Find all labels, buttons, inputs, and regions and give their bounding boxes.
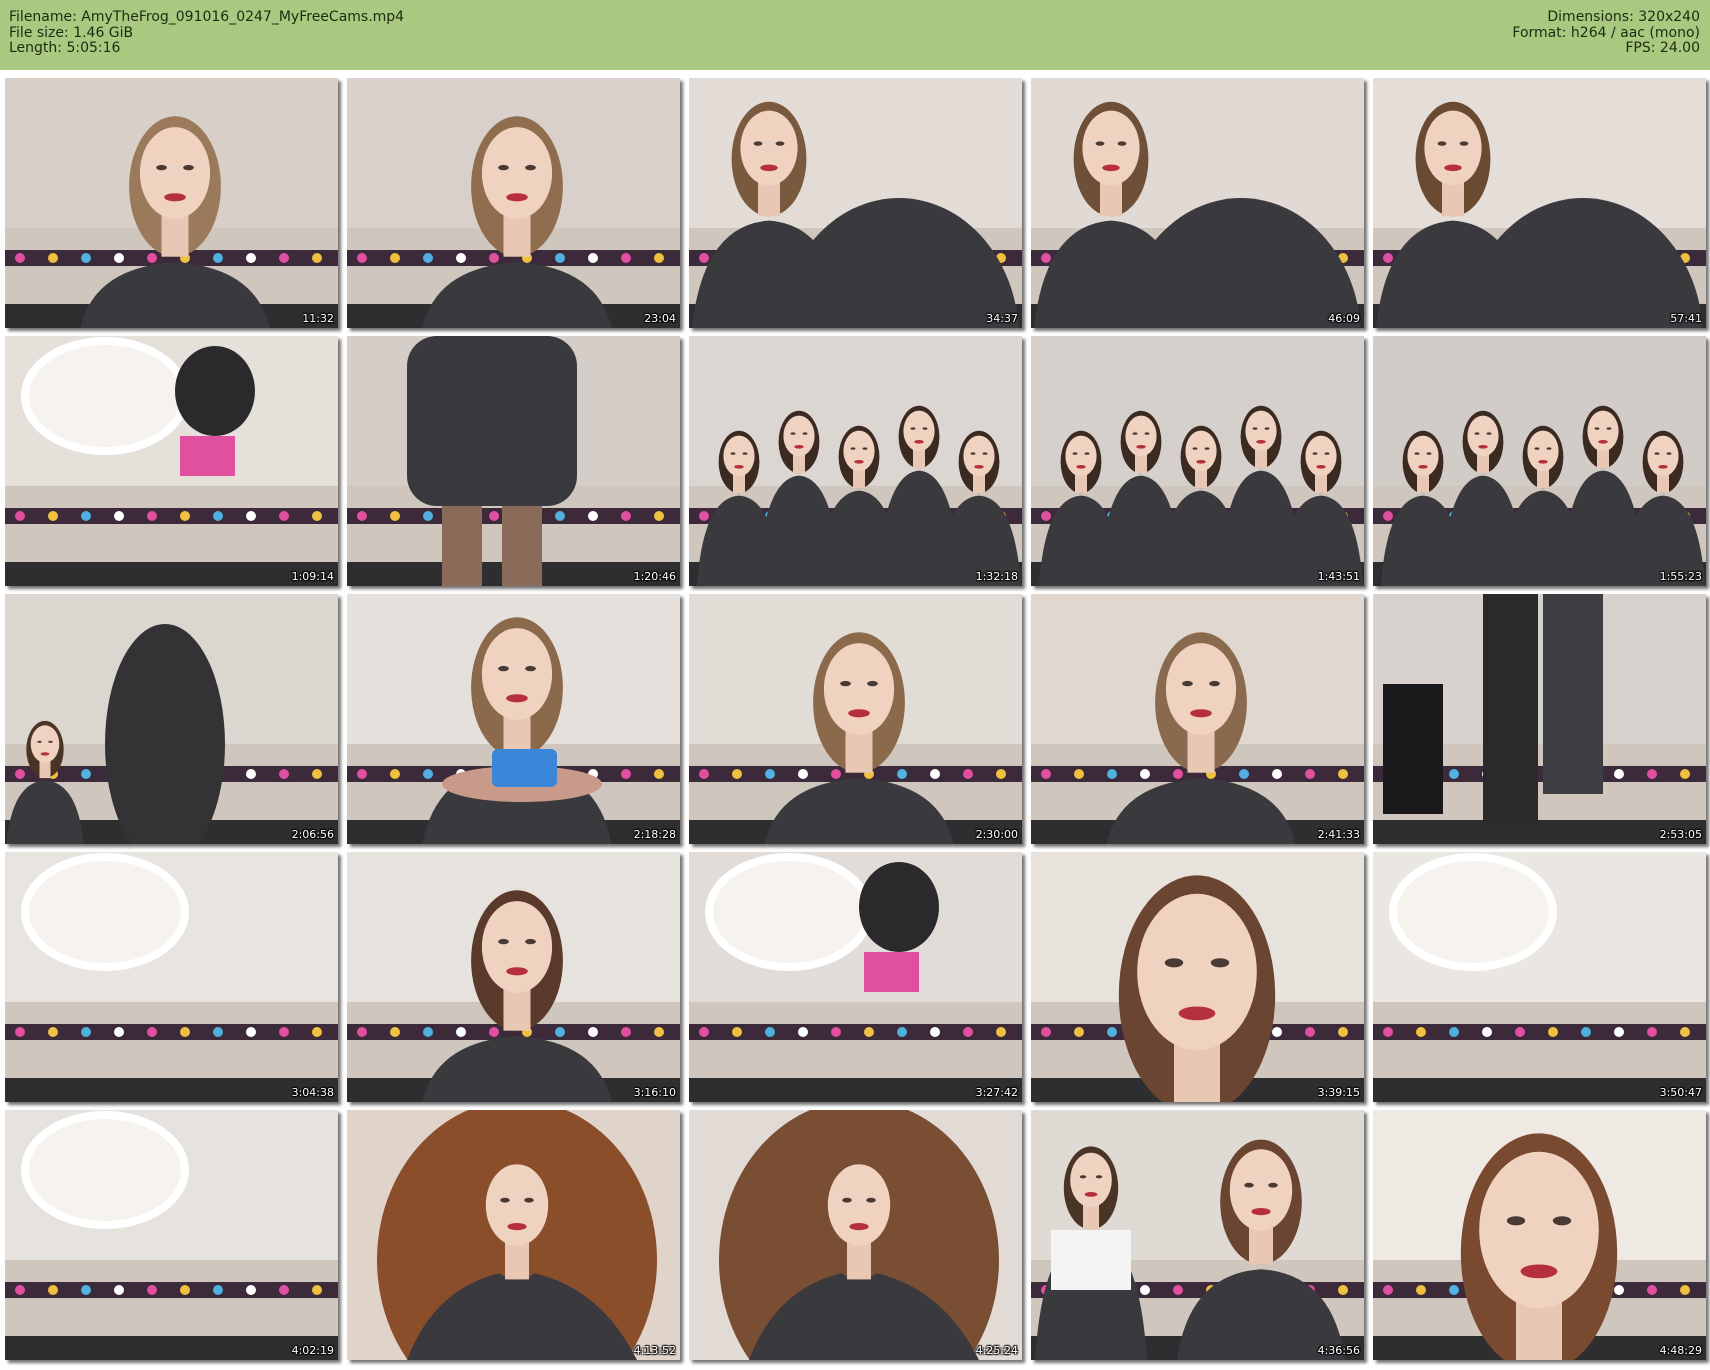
length-text: Length: 5:05:16	[9, 40, 121, 56]
thumbnail-timestamp: 2:06:56	[291, 828, 334, 841]
video-info: Dimensions: 320x240 Format: h264 / aac (…	[1512, 9, 1700, 57]
thumbnail-timestamp: 23:04	[644, 312, 676, 325]
thumbnail-frame-image	[1031, 1110, 1364, 1360]
thumbnail-frame-image	[5, 852, 338, 1102]
thumbnail-timestamp: 4:48:29	[1659, 1344, 1702, 1357]
video-thumbnail: 2:30:00	[689, 594, 1022, 844]
thumbnail-timestamp: 2:41:33	[1317, 828, 1360, 841]
thumbnail-timestamp: 3:27:42	[975, 1086, 1018, 1099]
video-thumbnail: 3:27:42	[689, 852, 1022, 1102]
thumbnail-frame-image	[5, 1110, 338, 1360]
video-thumbnail: 1:20:46	[347, 336, 680, 586]
filename-text: Filename: AmyTheFrog_091016_0247_MyFreeC…	[9, 9, 405, 25]
thumbnail-frame-image	[347, 852, 680, 1102]
video-thumbnail: 57:41	[1373, 78, 1706, 328]
thumbnail-frame-image	[5, 594, 338, 844]
thumbnail-frame-image	[5, 336, 338, 586]
thumbnail-frame-image	[1373, 1110, 1706, 1360]
thumbnail-timestamp: 3:16:10	[633, 1086, 676, 1099]
thumbnail-timestamp: 46:09	[1328, 312, 1360, 325]
thumbnail-frame-image	[347, 1110, 680, 1360]
thumbnail-frame-image	[1373, 852, 1706, 1102]
thumbnail-frame-image	[689, 78, 1022, 328]
thumbnail-timestamp: 2:30:00	[975, 828, 1018, 841]
thumbnail-grid: 11:32 23:04 34:37 46:09 57:41 1:09:14 1:20:46 1…	[0, 78, 1710, 1370]
thumbnail-timestamp: 57:41	[1670, 312, 1702, 325]
thumbnail-frame-image	[1031, 594, 1364, 844]
video-thumbnail: 2:41:33	[1031, 594, 1364, 844]
video-thumbnail: 1:43:51	[1031, 336, 1364, 586]
video-thumbnail: 4:02:19	[5, 1110, 338, 1360]
thumbnail-frame-image	[689, 852, 1022, 1102]
thumbnail-timestamp: 3:50:47	[1659, 1086, 1702, 1099]
video-thumbnail: 4:13:52	[347, 1110, 680, 1360]
video-thumbnail: 4:36:56	[1031, 1110, 1364, 1360]
thumbnail-timestamp: 11:32	[302, 312, 334, 325]
filesize-text: File size: 1.46 GiB	[9, 24, 134, 41]
video-thumbnail: 23:04	[347, 78, 680, 328]
thumbnail-frame-image	[347, 594, 680, 844]
file-info: Filename: AmyTheFrog_091016_0247_MyFreeC…	[9, 9, 405, 57]
thumbnail-timestamp: 2:18:28	[633, 828, 676, 841]
video-thumbnail: 3:39:15	[1031, 852, 1364, 1102]
thumbnail-frame-image	[1373, 594, 1706, 844]
thumbnail-frame-image	[1031, 78, 1364, 328]
thumbnail-frame-image	[1031, 852, 1364, 1102]
thumbnail-timestamp: 4:25:24	[975, 1344, 1018, 1357]
thumbnail-timestamp: 2:53:05	[1659, 828, 1702, 841]
video-thumbnail: 2:53:05	[1373, 594, 1706, 844]
thumbnail-frame-image	[689, 336, 1022, 586]
video-thumbnail: 4:48:29	[1373, 1110, 1706, 1360]
thumbnail-timestamp: 1:43:51	[1317, 570, 1360, 583]
video-thumbnail: 2:18:28	[347, 594, 680, 844]
format-text: Format: h264 / aac (mono)	[1512, 24, 1700, 41]
video-thumbnail: 2:06:56	[5, 594, 338, 844]
thumbnail-timestamp: 1:20:46	[633, 570, 676, 583]
video-thumbnail: 3:16:10	[347, 852, 680, 1102]
thumbnail-frame-image	[5, 78, 338, 328]
thumbnail-timestamp: 1:55:23	[1659, 570, 1702, 583]
thumbnail-frame-image	[1373, 336, 1706, 586]
thumbnail-frame-image	[689, 594, 1022, 844]
thumbnail-timestamp: 1:32:18	[975, 570, 1018, 583]
thumbnail-frame-image	[347, 78, 680, 328]
thumbnail-frame-image	[347, 336, 680, 586]
fps-text: FPS: 24.00	[1625, 40, 1700, 56]
thumbnail-timestamp: 4:36:56	[1317, 1344, 1360, 1357]
video-thumbnail: 1:55:23	[1373, 336, 1706, 586]
thumbnail-timestamp: 4:13:52	[633, 1344, 676, 1357]
video-thumbnail: 34:37	[689, 78, 1022, 328]
dimensions-text: Dimensions: 320x240	[1547, 9, 1700, 25]
thumbnail-frame-image	[1031, 336, 1364, 586]
video-thumbnail: 1:09:14	[5, 336, 338, 586]
video-thumbnail: 46:09	[1031, 78, 1364, 328]
video-thumbnail: 1:32:18	[689, 336, 1022, 586]
thumbnail-timestamp: 3:39:15	[1317, 1086, 1360, 1099]
thumbnail-frame-image	[689, 1110, 1022, 1360]
video-thumbnail: 3:50:47	[1373, 852, 1706, 1102]
thumbnail-timestamp: 3:04:38	[291, 1086, 334, 1099]
info-header: Filename: AmyTheFrog_091016_0247_MyFreeC…	[0, 0, 1710, 70]
thumbnail-frame-image	[1373, 78, 1706, 328]
video-thumbnail: 4:25:24	[689, 1110, 1022, 1360]
thumbnail-timestamp: 34:37	[986, 312, 1018, 325]
thumbnail-timestamp: 1:09:14	[291, 570, 334, 583]
video-thumbnail: 3:04:38	[5, 852, 338, 1102]
video-thumbnail: 11:32	[5, 78, 338, 328]
thumbnail-timestamp: 4:02:19	[291, 1344, 334, 1357]
